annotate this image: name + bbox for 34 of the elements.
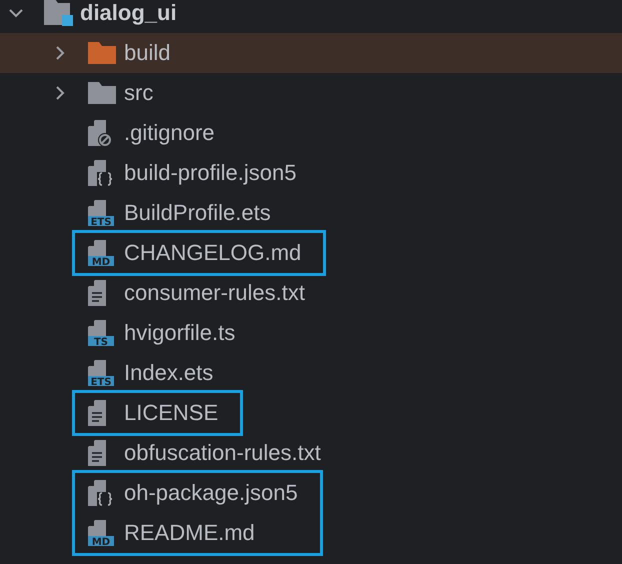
file-name: CHANGELOG.md — [124, 240, 302, 266]
file-name: build — [124, 40, 170, 66]
file-name: Index.ets — [124, 360, 214, 386]
tree-row[interactable]: ETS Index.ets — [0, 353, 622, 393]
json-file-icon — [88, 160, 114, 186]
file-name: obfuscation-rules.txt — [124, 440, 321, 466]
file-name: oh-package.json5 — [124, 480, 298, 506]
json-file-icon — [88, 480, 114, 506]
file-name: BuildProfile.ets — [124, 200, 271, 226]
tree-row[interactable]: build — [0, 33, 622, 73]
file-name: consumer-rules.txt — [124, 280, 305, 306]
module-folder-icon — [44, 0, 74, 27]
file-name: build-profile.json5 — [124, 160, 296, 186]
file-name: README.md — [124, 520, 255, 546]
tree-row[interactable]: oh-package.json5 — [75, 473, 298, 513]
tree-row[interactable]: LICENSE — [75, 393, 218, 433]
file-name: dialog_ui — [80, 0, 177, 26]
file-name: src — [124, 80, 154, 106]
tree-row[interactable]: dialog_ui — [0, 0, 622, 33]
tree-row[interactable]: obfuscation-rules.txt — [0, 433, 622, 473]
tree-row[interactable]: build-profile.json5 — [0, 153, 622, 193]
tree-row[interactable]: MD README.md — [75, 513, 298, 553]
tree-row[interactable]: consumer-rules.txt — [0, 273, 622, 313]
file-name: LICENSE — [124, 400, 218, 426]
file-name: hvigorfile.ts — [124, 320, 236, 346]
folder-icon — [88, 42, 116, 64]
tree-row[interactable]: src — [0, 73, 622, 113]
file-name: .gitignore — [124, 120, 215, 146]
tree-row[interactable]: TS hvigorfile.ts — [0, 313, 622, 353]
tree-row[interactable]: ETS BuildProfile.ets — [0, 193, 622, 233]
folder-icon — [88, 82, 116, 104]
ignore-file-icon — [88, 120, 114, 146]
tree-row[interactable]: MD CHANGELOG.md — [75, 233, 302, 273]
tree-row[interactable]: .gitignore — [0, 113, 622, 153]
